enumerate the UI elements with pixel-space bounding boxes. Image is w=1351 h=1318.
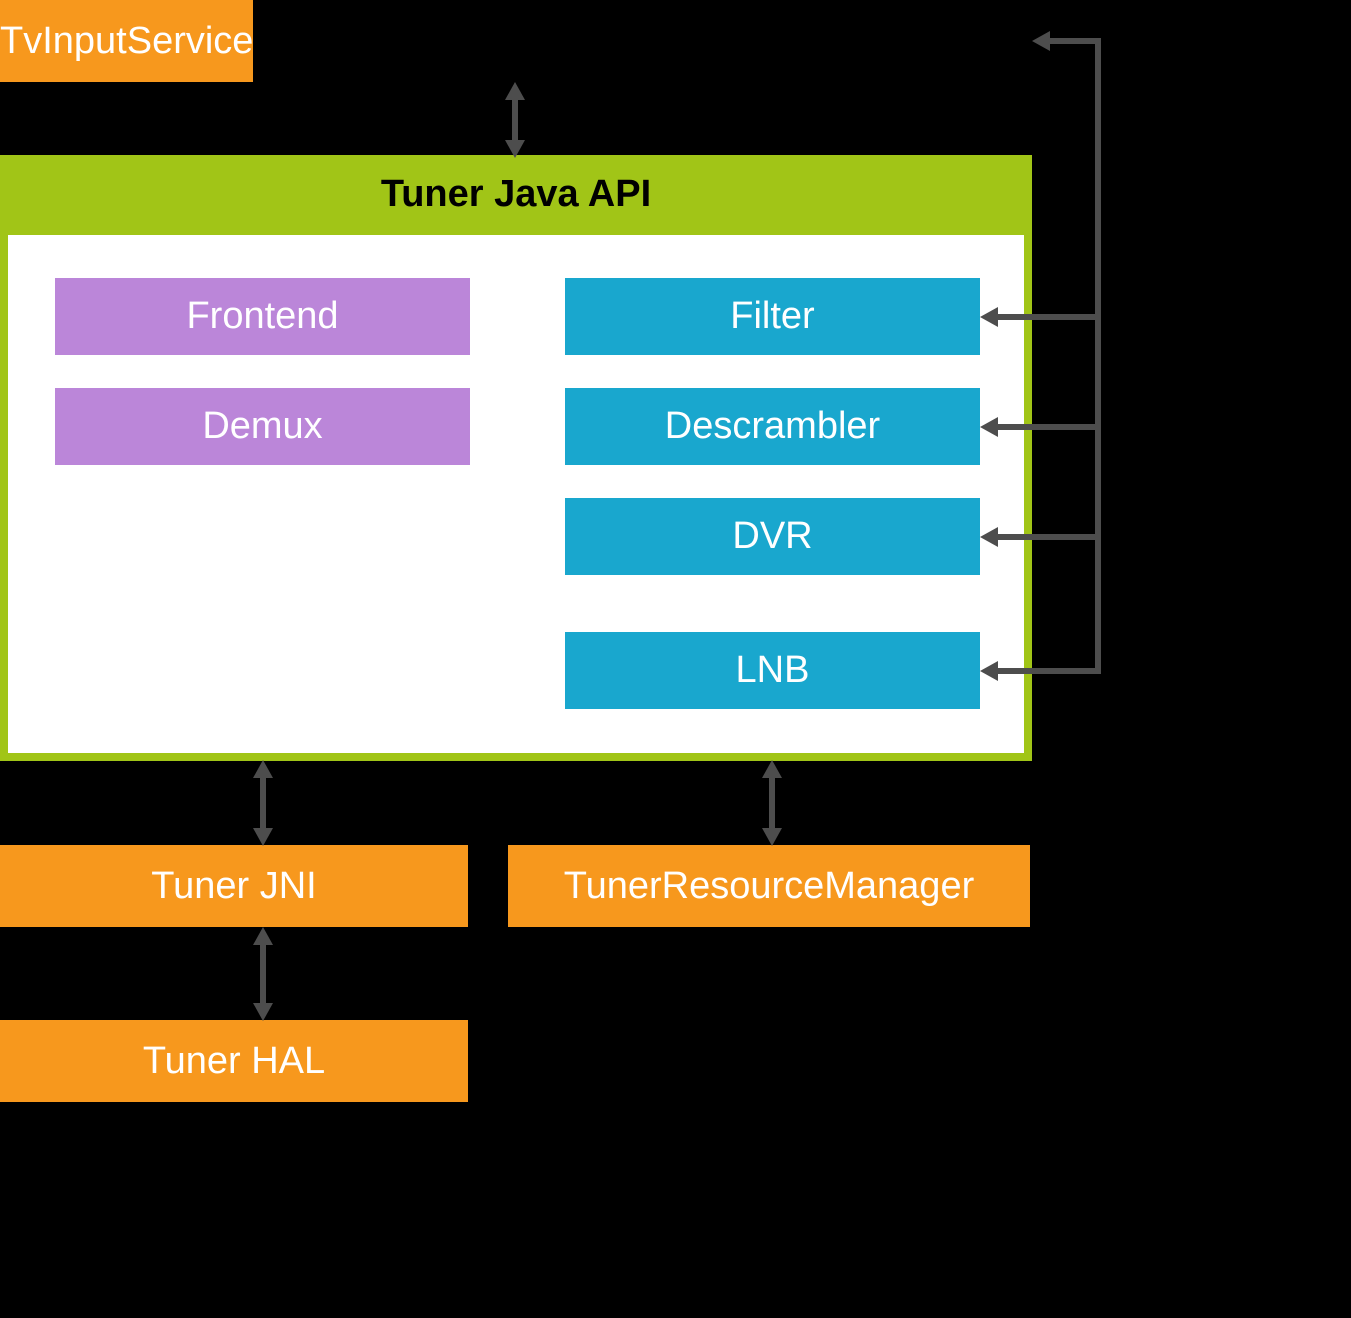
arrow-line	[995, 668, 1101, 674]
arrow-up-icon	[762, 760, 782, 778]
arrow-left-icon	[980, 661, 998, 681]
tv-input-service-label: TvInputService	[0, 20, 253, 63]
arrow-line	[260, 942, 266, 1005]
tuner-hal-box: Tuner HAL	[0, 1020, 468, 1102]
arrow-up-icon	[505, 82, 525, 100]
lnb-label: LNB	[736, 649, 810, 692]
arrow-line	[769, 775, 775, 830]
tuner-resource-manager-box: TunerResourceManager	[508, 845, 1030, 927]
arrow-line	[512, 97, 518, 142]
arrow-line	[995, 534, 1101, 540]
tuner-hal-label: Tuner HAL	[143, 1040, 325, 1083]
arrow-left-icon	[1032, 31, 1050, 51]
tuner-jni-label: Tuner JNI	[151, 865, 316, 908]
arrow-down-icon	[505, 140, 525, 158]
arrow-left-icon	[980, 417, 998, 437]
arrow-line	[1095, 38, 1101, 673]
arrow-line	[995, 314, 1101, 320]
frontend-label: Frontend	[186, 295, 338, 338]
tuner-java-api-title: Tuner Java API	[381, 173, 651, 216]
filter-label: Filter	[730, 295, 814, 338]
arrow-up-icon	[253, 927, 273, 945]
tuner-jni-box: Tuner JNI	[0, 845, 468, 927]
arrow-left-icon	[980, 527, 998, 547]
arrow-down-icon	[253, 828, 273, 846]
arrow-left-icon	[980, 307, 998, 327]
dvr-label: DVR	[732, 515, 812, 558]
lnb-box: LNB	[565, 632, 980, 709]
arrow-down-icon	[253, 1003, 273, 1021]
arrow-line	[995, 424, 1101, 430]
dvr-box: DVR	[565, 498, 980, 575]
arrow-up-icon	[253, 760, 273, 778]
descrambler-box: Descrambler	[565, 388, 980, 465]
frontend-box: Frontend	[55, 278, 470, 355]
filter-box: Filter	[565, 278, 980, 355]
demux-label: Demux	[202, 405, 322, 448]
demux-box: Demux	[55, 388, 470, 465]
arrow-line	[1047, 38, 1101, 44]
arrow-line	[260, 775, 266, 830]
tuner-resource-manager-label: TunerResourceManager	[564, 865, 974, 908]
tv-input-service-box: TvInputService	[0, 0, 253, 82]
descrambler-label: Descrambler	[665, 405, 880, 448]
arrow-down-icon	[762, 828, 782, 846]
